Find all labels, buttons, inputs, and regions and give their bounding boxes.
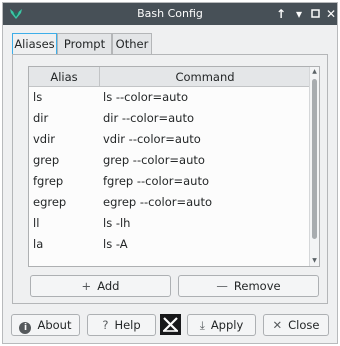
tab-prompt[interactable]: Prompt [57, 33, 112, 55]
scrollbar-thumb[interactable] [312, 79, 317, 239]
alias-cell: egrep [33, 195, 67, 209]
table-row[interactable]: la ls -A [29, 234, 310, 255]
scroll-up-icon[interactable]: ▲ [310, 67, 319, 77]
alias-cell: ll [33, 216, 40, 230]
title-bar[interactable]: Bash Config ↑ ▾ ✕ [3, 3, 337, 25]
command-cell: grep --color=auto [103, 153, 205, 167]
alias-cell: fgrep [33, 174, 64, 188]
command-cell: egrep --color=auto [103, 195, 213, 209]
table-row[interactable]: fgrep fgrep --color=auto [29, 171, 310, 192]
tab-other[interactable]: Other [112, 33, 152, 55]
aliases-panel: Alias Command ls ls --color=auto dir dir… [12, 54, 328, 304]
command-cell: dir --color=auto [103, 111, 195, 125]
table-header: Alias Command [29, 67, 310, 87]
bash-config-window: Bash Config ↑ ▾ ✕ Aliases Prompt Other A… [2, 2, 338, 344]
logo-icon [160, 314, 181, 335]
column-header-alias[interactable]: Alias [29, 67, 100, 87]
table-row[interactable]: vdir vdir --color=auto [29, 129, 310, 150]
apply-icon: ⤓ [199, 318, 205, 332]
remove-button[interactable]: — Remove [178, 275, 319, 297]
alias-cell: grep [33, 153, 60, 167]
remove-button-label: Remove [233, 279, 281, 293]
plus-icon: + [81, 279, 92, 293]
table-row[interactable]: ll ls -lh [29, 213, 310, 234]
alias-cell: vdir [33, 132, 56, 146]
command-cell: ls -A [103, 237, 128, 251]
alias-cell: dir [33, 111, 49, 125]
close-window-icon[interactable]: ✕ [323, 6, 339, 22]
table-row[interactable]: ls ls --color=auto [29, 87, 310, 108]
table-row[interactable]: grep grep --color=auto [29, 150, 310, 171]
table-row[interactable]: dir dir --color=auto [29, 108, 310, 129]
minimize-icon[interactable]: ▾ [291, 6, 307, 22]
keep-above-icon[interactable]: ↑ [273, 6, 289, 22]
table-row[interactable]: egrep egrep --color=auto [29, 192, 310, 213]
alias-table[interactable]: Alias Command ls ls --color=auto dir dir… [28, 66, 320, 267]
about-button-label: About [37, 318, 72, 332]
close-icon: ✕ [272, 318, 283, 332]
minus-icon: — [216, 279, 228, 293]
apply-button[interactable]: ⤓ Apply [187, 314, 256, 336]
info-icon: i [19, 322, 32, 334]
command-cell: fgrep --color=auto [103, 174, 209, 188]
column-header-command[interactable]: Command [100, 67, 310, 87]
command-cell: ls --color=auto [103, 90, 188, 104]
alias-cell: la [33, 237, 44, 251]
alias-cell: ls [33, 90, 43, 104]
close-button[interactable]: ✕ Close [263, 314, 329, 336]
help-button[interactable]: ? Help [87, 314, 156, 336]
close-button-label: Close [288, 318, 320, 332]
add-button-label: Add [97, 279, 120, 293]
tab-aliases[interactable]: Aliases [12, 33, 57, 56]
help-button-label: Help [114, 318, 141, 332]
help-icon: ? [102, 318, 109, 332]
vertical-scrollbar[interactable]: ▲ ▼ [309, 67, 319, 266]
apply-button-label: Apply [210, 318, 244, 332]
add-button[interactable]: + Add [30, 275, 171, 297]
command-cell: vdir --color=auto [103, 132, 201, 146]
about-button[interactable]: i About [11, 314, 80, 336]
command-cell: ls -lh [103, 216, 131, 230]
maximize-icon[interactable] [307, 6, 323, 22]
scroll-down-icon[interactable]: ▼ [310, 256, 319, 266]
